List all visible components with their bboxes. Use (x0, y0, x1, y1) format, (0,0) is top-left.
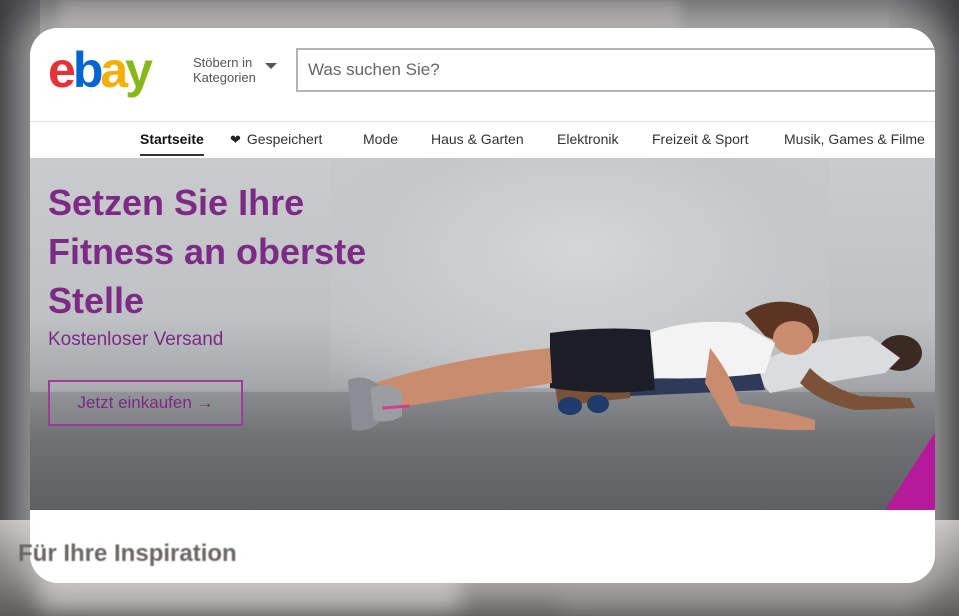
hero-headline-line1: Setzen Sie Ihre (48, 182, 305, 223)
hero-headline-line3: Stelle (48, 280, 145, 321)
logo-letter-b: b (72, 42, 103, 98)
search-box (296, 48, 935, 92)
nav-item-freizeit-sport[interactable]: Freizeit & Sport (652, 131, 748, 147)
nav-item-mode[interactable]: Mode (363, 131, 398, 147)
site-header: ebay Stöbern in Kategorien (30, 28, 935, 120)
hero-banner[interactable]: Setzen Sie Ihre Fitness an oberste Stell… (30, 158, 935, 510)
nav-item-startseite[interactable]: Startseite (140, 131, 204, 156)
hero-headline: Setzen Sie Ihre Fitness an oberste Stell… (48, 178, 468, 325)
nav-item-elektronik[interactable]: Elektronik (557, 131, 618, 147)
logo-letter-e: e (48, 42, 76, 98)
search-input[interactable] (298, 50, 935, 90)
categories-label-line1: Stöbern in (193, 55, 253, 70)
heart-icon: ❤ (230, 132, 241, 147)
browser-screen: ebay Stöbern in Kategorien Startseite ❤ G… (30, 28, 935, 583)
nav-item-gespeichert-label: Gespeichert (246, 131, 323, 147)
category-nav: Startseite ❤ Gespeichert Mode Haus & Gart… (30, 122, 935, 158)
nav-item-haus-garten[interactable]: Haus & Garten (431, 131, 524, 147)
hero-headline-line2: Fitness an oberste (48, 231, 367, 272)
categories-label-line2: Kategorien (193, 70, 256, 85)
hero-subline: Kostenloser Versand (48, 329, 224, 350)
categories-dropdown[interactable]: Stöbern in Kategorien (193, 55, 277, 85)
nav-item-musik-games-filme[interactable]: Musik, Games & Filme (784, 131, 925, 147)
shop-now-button[interactable]: Jetzt einkaufen → (48, 380, 243, 426)
nav-item-gespeichert[interactable]: ❤ Gespeichert (230, 131, 322, 148)
ebay-logo[interactable]: ebay (48, 40, 153, 100)
chevron-down-icon (265, 63, 277, 69)
logo-letter-y: y (125, 42, 153, 98)
magenta-accent (885, 370, 935, 510)
logo-letter-a: a (100, 42, 128, 98)
section-title: Für Ihre Inspiration (18, 540, 237, 567)
